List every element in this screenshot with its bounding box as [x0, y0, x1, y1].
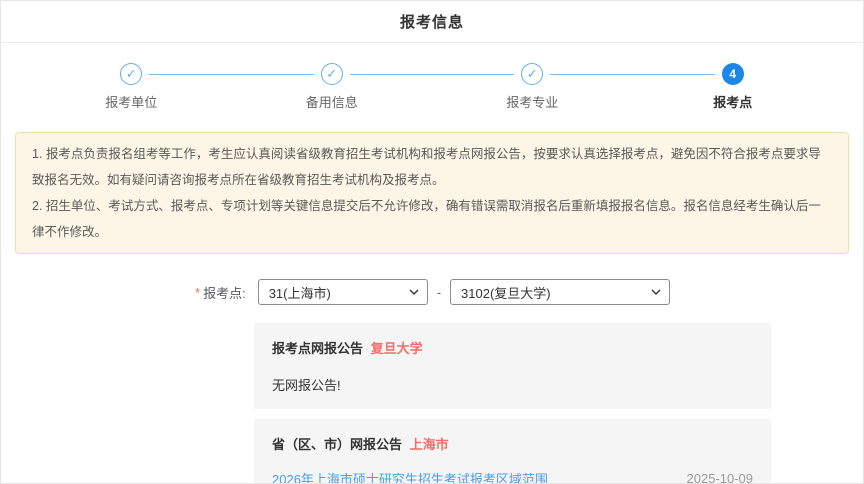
page-title: 报考信息 [400, 11, 464, 32]
progress-stepper: ✓ 报考单位 ✓ 备用信息 ✓ 报考专业 4 报考点 [1, 43, 863, 111]
step-label: 报考单位 [105, 92, 157, 111]
exam-site-label: 报考点: [203, 283, 246, 302]
site-announcement-header: 报考点网报公告 复旦大学 [272, 338, 753, 357]
step-done-check-icon: ✓ [120, 63, 142, 85]
step-label: 报考专业 [506, 92, 558, 111]
site-name: 复旦大学 [371, 341, 423, 356]
step-exam-site: 4 报考点 [633, 63, 834, 111]
exam-site-select[interactable]: 3102(复旦大学) [450, 279, 670, 305]
select-separator: - [437, 285, 441, 300]
application-info-page: 报考信息 ✓ 报考单位 ✓ 备用信息 ✓ 报考专业 4 报考点 1. 报考点负责… [0, 0, 864, 484]
notice-line-1: 1. 报考点负责报名组考等工作，考生应认真阅读省级教育招生考试机构和报考点网报公… [32, 141, 832, 193]
province-announcement-panel: 省（区、市）网报公告 上海市 2026年上海市硕士研究生招生考试报考区域范围 2… [254, 419, 771, 484]
province-announcement-header: 省（区、市）网报公告 上海市 [272, 434, 753, 453]
province-select[interactable]: 31(上海市) [258, 279, 428, 305]
no-announcement-text: 无网报公告! [272, 375, 753, 394]
notice-line-2: 2. 招生单位、考试方式、报考点、专项计划等关键信息提交后不允许修改，确有错误需… [32, 193, 832, 245]
province-name: 上海市 [410, 437, 449, 452]
step-current-number: 4 [722, 63, 744, 85]
chevron-down-icon [409, 287, 419, 297]
step-done-check-icon: ✓ [521, 63, 543, 85]
site-announcement-title: 报考点网报公告 [272, 341, 363, 356]
exam-site-form-row: * 报考点: 31(上海市) - 3102(复旦大学) [1, 279, 863, 305]
site-announcement-panel: 报考点网报公告 复旦大学 无网报公告! [254, 323, 771, 409]
step-backup-info: ✓ 备用信息 [232, 63, 433, 111]
step-done-check-icon: ✓ [321, 63, 343, 85]
province-announcement-title: 省（区、市）网报公告 [272, 437, 402, 452]
step-application-unit: ✓ 报考单位 [31, 63, 232, 111]
announcement-row: 2026年上海市硕士研究生招生考试报考区域范围 2025-10-09 [272, 469, 753, 484]
province-select-value: 31(上海市) [269, 283, 331, 302]
required-asterisk: * [195, 285, 200, 300]
notice-box: 1. 报考点负责报名组考等工作，考生应认真阅读省级教育招生考试机构和报考点网报公… [15, 132, 849, 254]
step-application-major: ✓ 报考专业 [432, 63, 633, 111]
exam-site-select-value: 3102(复旦大学) [461, 283, 551, 302]
announcement-link-region-scope[interactable]: 2026年上海市硕士研究生招生考试报考区域范围 [272, 469, 548, 484]
page-header: 报考信息 [1, 1, 863, 43]
step-label: 备用信息 [306, 92, 358, 111]
announcement-date: 2025-10-09 [687, 471, 754, 484]
chevron-down-icon [651, 287, 661, 297]
step-label: 报考点 [713, 92, 752, 111]
